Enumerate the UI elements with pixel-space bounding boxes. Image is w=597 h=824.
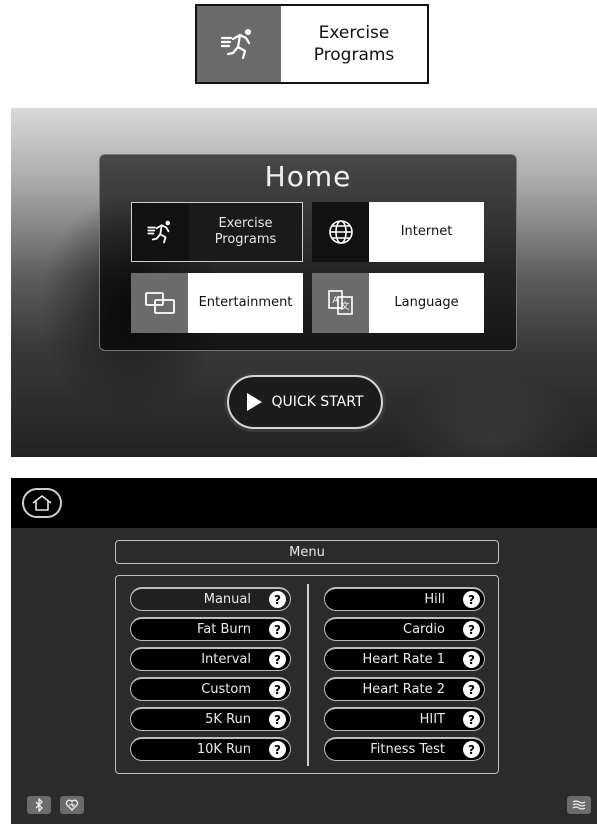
program-label: Hill xyxy=(424,592,445,607)
help-icon[interactable]: ? xyxy=(463,591,480,608)
tile-entertainment[interactable]: Entertainment xyxy=(131,273,303,333)
program-fitness-test[interactable]: Fitness Test ? xyxy=(324,737,485,761)
program-interval[interactable]: Interval ? xyxy=(130,647,291,671)
tile-internet[interactable]: Internet xyxy=(312,202,484,262)
program-label: HIIT xyxy=(419,712,445,727)
help-icon[interactable]: ? xyxy=(463,651,480,668)
svg-text:文: 文 xyxy=(340,300,349,312)
program-10k-run[interactable]: 10K Run ? xyxy=(130,737,291,761)
program-label: Cardio xyxy=(403,622,445,637)
menu-screen: Menu Manual ? Fat Burn ? Interval ? Cust… xyxy=(11,478,597,824)
tile-label: Internet xyxy=(369,202,484,262)
program-cardio[interactable]: Cardio ? xyxy=(324,617,485,641)
home-button[interactable] xyxy=(22,488,62,518)
help-icon[interactable]: ? xyxy=(269,591,286,608)
help-icon[interactable]: ? xyxy=(463,741,480,758)
menu-top-bar xyxy=(11,478,597,528)
help-icon[interactable]: ? xyxy=(269,711,286,728)
runner-icon xyxy=(132,203,189,261)
help-icon[interactable]: ? xyxy=(269,741,286,758)
menu-title: Menu xyxy=(289,544,325,560)
wave-icon[interactable] xyxy=(567,796,591,814)
quick-start-button[interactable]: QUICK START xyxy=(227,375,383,429)
program-label: Fat Burn xyxy=(197,622,251,637)
home-title: Home xyxy=(264,160,352,193)
globe-icon xyxy=(312,202,369,262)
tile-exercise-programs[interactable]: Exercise Programs xyxy=(131,202,303,262)
program-label: 10K Run xyxy=(196,742,251,757)
screens-icon xyxy=(131,273,188,333)
callout-label: Exercise Programs xyxy=(313,23,395,65)
menu-divider xyxy=(307,584,309,766)
translate-icon: A 文 xyxy=(312,273,369,333)
program-fat-burn[interactable]: Fat Burn ? xyxy=(130,617,291,641)
program-label: Custom xyxy=(201,682,251,697)
program-hill[interactable]: Hill ? xyxy=(324,587,485,611)
menu-program-list: Manual ? Fat Burn ? Interval ? Custom ? … xyxy=(115,575,499,774)
home-icon xyxy=(32,495,52,511)
home-screen: Home Exercise Programs Internet Entertai… xyxy=(11,108,597,457)
program-hiit[interactable]: HIIT ? xyxy=(324,707,485,731)
help-icon[interactable]: ? xyxy=(269,621,286,638)
home-panel: Home Exercise Programs Internet Entertai… xyxy=(99,154,517,351)
program-5k-run[interactable]: 5K Run ? xyxy=(130,707,291,731)
help-icon[interactable]: ? xyxy=(269,651,286,668)
help-icon[interactable]: ? xyxy=(463,681,480,698)
program-label: Interval xyxy=(201,652,251,667)
tile-label: Exercise Programs xyxy=(189,203,302,261)
program-label: Manual xyxy=(203,592,251,607)
program-label: Fitness Test xyxy=(370,742,445,757)
menu-title-bar: Menu xyxy=(115,540,499,564)
play-icon xyxy=(246,393,262,411)
svg-text:A: A xyxy=(332,296,339,306)
tile-label: Language xyxy=(369,273,484,333)
tile-label: Entertainment xyxy=(188,273,303,333)
exercise-programs-callout: Exercise Programs xyxy=(195,4,429,84)
program-custom[interactable]: Custom ? xyxy=(130,677,291,701)
runner-icon xyxy=(197,6,281,82)
help-icon[interactable]: ? xyxy=(269,681,286,698)
help-icon[interactable]: ? xyxy=(463,711,480,728)
tile-language[interactable]: A 文 Language xyxy=(312,273,484,333)
quick-start-label: QUICK START xyxy=(271,394,364,410)
program-heart-rate-2[interactable]: Heart Rate 2 ? xyxy=(324,677,485,701)
program-heart-rate-1[interactable]: Heart Rate 1 ? xyxy=(324,647,485,671)
program-label: 5K Run xyxy=(205,712,251,727)
program-manual[interactable]: Manual ? xyxy=(130,587,291,611)
menu-status-bar xyxy=(11,786,597,824)
bluetooth-icon[interactable] xyxy=(27,796,51,814)
program-label: Heart Rate 1 xyxy=(362,652,445,667)
heart-icon[interactable] xyxy=(60,796,84,814)
help-icon[interactable]: ? xyxy=(463,621,480,638)
program-label: Heart Rate 2 xyxy=(362,682,445,697)
